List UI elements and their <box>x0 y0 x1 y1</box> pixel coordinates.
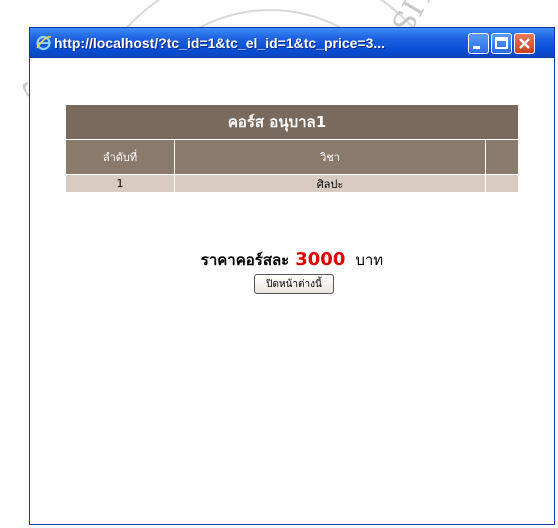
window-title: http://localhost/?tc_id=1&tc_el_id=1&tc_… <box>54 35 386 51</box>
price-label: ราคาคอร์สละ <box>200 251 290 269</box>
cell-extra <box>486 175 518 192</box>
course-title: คอร์ส อนุบาล1 <box>66 105 518 139</box>
header-subject: วิชา <box>175 140 486 174</box>
maximize-icon <box>495 37 508 49</box>
popup-window: http://localhost/?tc_id=1&tc_el_id=1&tc_… <box>29 27 555 525</box>
title-bar[interactable]: http://localhost/?tc_id=1&tc_el_id=1&tc_… <box>30 28 554 58</box>
close-icon <box>519 38 530 49</box>
cell-subject: ศิลปะ <box>175 175 486 192</box>
close-window-button[interactable] <box>514 33 535 54</box>
course-title-text: คอร์ส อนุบาล1 <box>227 113 327 131</box>
table-header-row: ลำดับที่ วิชา <box>66 139 518 174</box>
cell-order: 1 <box>66 175 175 192</box>
price-value: 3000 <box>295 249 346 270</box>
minimize-button[interactable] <box>468 33 489 54</box>
close-page-button[interactable]: ปิดหน้าต่างนี้ <box>254 274 334 294</box>
header-order: ลำดับที่ <box>66 140 175 174</box>
internet-explorer-icon <box>36 35 52 51</box>
header-extra <box>486 140 518 174</box>
minimize-icon <box>473 46 480 49</box>
course-table: คอร์ส อนุบาล1 ลำดับที่ วิชา 1 ศิลปะ <box>66 105 518 192</box>
page-content: คอร์ส อนุบาล1 ลำดับที่ วิชา 1 ศิลปะ ราคา… <box>34 58 550 520</box>
course-price: ราคาคอร์สละ 3000 บาท <box>34 248 550 272</box>
table-row: 1 ศิลปะ <box>66 174 518 192</box>
maximize-button[interactable] <box>491 33 512 54</box>
price-unit: บาท <box>355 251 384 269</box>
